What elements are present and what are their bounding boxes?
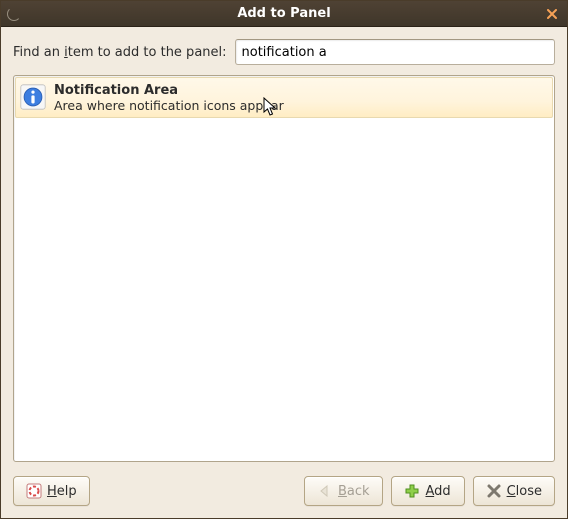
titlebar[interactable]: Add to Panel	[1, 1, 567, 27]
help-icon	[26, 483, 42, 499]
search-label-pre: Find an	[13, 45, 64, 60]
close-button[interactable]: Close	[473, 476, 555, 506]
help-button[interactable]: Help	[13, 476, 90, 506]
search-label-post: tem to add to the panel:	[68, 45, 227, 60]
add-label: Add	[425, 484, 450, 499]
help-label: Help	[47, 484, 77, 499]
search-input[interactable]	[235, 39, 555, 65]
add-button[interactable]: Add	[391, 476, 465, 506]
search-label: Find an item to add to the panel:	[13, 45, 227, 60]
close-label: Close	[507, 484, 542, 499]
results-area: Notification Area Area where notificatio…	[13, 75, 555, 462]
window-title: Add to Panel	[1, 6, 567, 21]
button-bar: Help Back Add Close	[13, 476, 555, 506]
back-arrow-icon	[317, 483, 333, 499]
info-icon	[20, 84, 46, 110]
results-list[interactable]: Notification Area Area where notificatio…	[13, 75, 555, 462]
dialog-content: Find an item to add to the panel: Notifi…	[1, 27, 567, 518]
dialog-window: Add to Panel Find an item to add to the …	[0, 0, 568, 519]
add-icon	[404, 483, 420, 499]
search-row: Find an item to add to the panel:	[13, 39, 555, 65]
list-item-text: Notification Area Area where notificatio…	[54, 82, 284, 113]
close-x-icon	[486, 483, 502, 499]
list-item-description: Area where notification icons appear	[54, 98, 284, 113]
back-button: Back	[304, 476, 383, 506]
list-item-title: Notification Area	[54, 83, 284, 98]
list-item[interactable]: Notification Area Area where notificatio…	[15, 77, 553, 118]
back-label: Back	[338, 484, 370, 499]
